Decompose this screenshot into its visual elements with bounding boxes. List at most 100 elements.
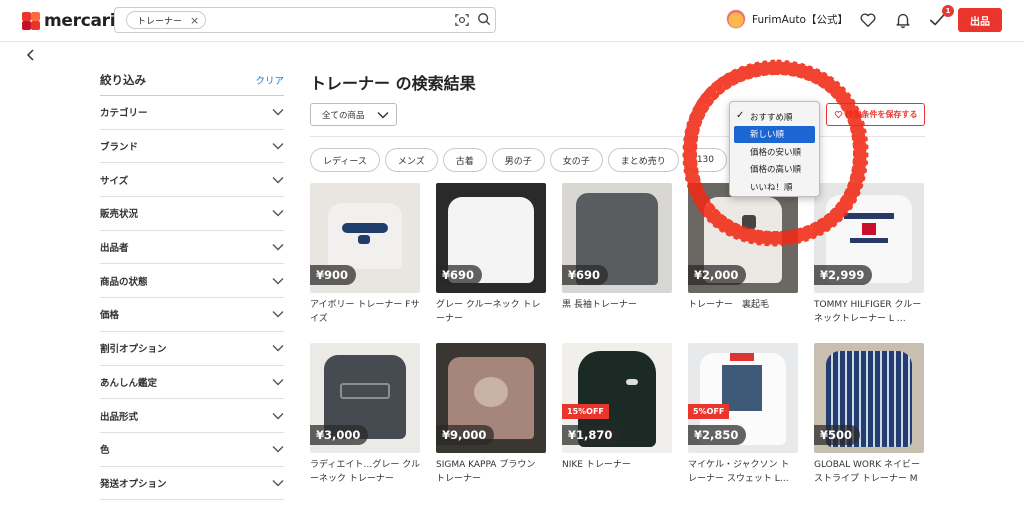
user-menu[interactable]: FurimAuto【公式】 bbox=[726, 9, 848, 29]
page-title: トレーナー の検索結果 bbox=[310, 74, 476, 93]
search-box[interactable]: トレーナー × bbox=[114, 7, 496, 33]
price-tag: ¥500 bbox=[814, 425, 861, 445]
filter-item[interactable]: 販売状況 bbox=[100, 197, 284, 231]
suggestion-chip[interactable]: まとめ売り bbox=[607, 148, 679, 172]
image-search-icon[interactable] bbox=[455, 13, 469, 27]
product-card[interactable]: ¥3,000 ラディエイト…グレー クルーネック トレーナー bbox=[310, 343, 420, 486]
product-name[interactable]: SIGMA KAPPA ブラウン トレーナー bbox=[436, 458, 546, 486]
filter-item[interactable]: 割引オプション bbox=[100, 332, 284, 366]
product-image[interactable]: ¥2,999 bbox=[814, 183, 924, 293]
filter-item[interactable]: 出品者 bbox=[100, 231, 284, 265]
suggestion-chip[interactable]: 男の子 bbox=[491, 148, 545, 172]
suggestion-chip[interactable]: メンズ bbox=[384, 148, 438, 172]
product-card[interactable]: ¥500 GLOBAL WORK ネイビー ストライプ トレーナー M bbox=[814, 343, 924, 486]
filter-item-label: 出品者 bbox=[100, 243, 129, 255]
price-tag: ¥1,870 bbox=[562, 425, 621, 445]
product-image[interactable]: ¥2,000 bbox=[688, 183, 798, 293]
product-name[interactable]: GLOBAL WORK ネイビー ストライプ トレーナー M bbox=[814, 458, 924, 486]
product-name[interactable]: 黒 長袖トレーナー bbox=[562, 298, 672, 326]
price-tag: ¥3,000 bbox=[310, 425, 369, 445]
save-search-button[interactable]: 検索条件を保存する bbox=[826, 103, 925, 126]
search-icon[interactable] bbox=[477, 12, 491, 26]
filter-item[interactable]: 出品形式 bbox=[100, 399, 284, 433]
product-image[interactable]: ¥690 bbox=[436, 183, 546, 293]
sort-option[interactable]: ✓ おすすめ順 bbox=[730, 108, 819, 126]
sort-option[interactable]: 新しい順 bbox=[734, 125, 815, 143]
product-name[interactable]: グレー クルーネック トレーナー bbox=[436, 298, 546, 326]
filter-item-label: 発送オプション bbox=[100, 478, 167, 490]
divider bbox=[310, 136, 925, 137]
sort-option[interactable]: いいね！順 bbox=[730, 178, 819, 196]
filter-item[interactable]: あんしん鑑定 bbox=[100, 366, 284, 400]
heart-icon[interactable] bbox=[859, 11, 877, 29]
sort-dropdown[interactable]: ✓ おすすめ順新しい順価格の安い順価格の高い順いいね！順 bbox=[729, 101, 820, 197]
product-name[interactable]: マイケル・ジャクソン トレーナー スウェット L… bbox=[688, 458, 798, 486]
suggestion-chip[interactable]: 130 bbox=[683, 148, 727, 172]
product-image[interactable]: ¥500 bbox=[814, 343, 924, 453]
discount-badge: 15%OFF bbox=[562, 404, 609, 419]
item-status-select[interactable]: 全ての商品 bbox=[310, 103, 397, 126]
product-image[interactable]: ¥900 bbox=[310, 183, 420, 293]
filter-item[interactable]: 色 bbox=[100, 433, 284, 467]
product-card[interactable]: 15%OFF ¥1,870 NIKE トレーナー bbox=[562, 343, 672, 486]
filter-item-label: 商品の状態 bbox=[100, 276, 148, 288]
suggestion-chip[interactable]: 女の子 bbox=[549, 148, 603, 172]
price-tag: ¥690 bbox=[562, 265, 609, 285]
price-tag: ¥900 bbox=[310, 265, 357, 285]
filter-item-label: あんしん鑑定 bbox=[100, 377, 158, 389]
search-keyword-chip[interactable]: トレーナー × bbox=[126, 11, 207, 29]
price-tag: ¥2,999 bbox=[814, 265, 873, 285]
price-tag: ¥2,000 bbox=[688, 265, 747, 285]
discount-badge: 5%OFF bbox=[688, 404, 730, 419]
search-keyword: トレーナー bbox=[137, 16, 183, 27]
product-card[interactable]: ¥690 グレー クルーネック トレーナー bbox=[436, 183, 546, 326]
top-header: mercari トレーナー × FurimAuto【公式】 1 出品 bbox=[0, 0, 1024, 42]
save-search-label: 検索条件を保存する bbox=[845, 110, 918, 119]
product-card[interactable]: 5%OFF ¥2,850 マイケル・ジャクソン トレーナー スウェット L… bbox=[688, 343, 798, 486]
filter-item-label: 割引オプション bbox=[100, 344, 167, 356]
mercari-logo[interactable]: mercari bbox=[22, 10, 116, 32]
product-image[interactable]: ¥690 bbox=[562, 183, 672, 293]
filter-item-label: 出品形式 bbox=[100, 411, 139, 423]
sell-button[interactable]: 出品 bbox=[958, 8, 1002, 32]
product-card[interactable]: ¥690 黒 長袖トレーナー bbox=[562, 183, 672, 326]
price-tag: ¥690 bbox=[436, 265, 483, 285]
filter-item[interactable]: ブランド bbox=[100, 130, 284, 164]
clear-filters-link[interactable]: クリア bbox=[255, 73, 284, 87]
suggestion-chip[interactable]: 古着 bbox=[442, 148, 487, 172]
product-image[interactable]: ¥3,000 bbox=[310, 343, 420, 453]
product-image[interactable]: ¥9,000 bbox=[436, 343, 546, 453]
back-chevron-icon[interactable] bbox=[24, 48, 38, 62]
product-name[interactable]: トレーナー 裏起毛 bbox=[688, 298, 798, 326]
filter-header: 絞り込み クリア bbox=[100, 64, 284, 96]
filter-item[interactable]: カテゴリー bbox=[100, 96, 284, 130]
product-name[interactable]: TOMMY HILFIGER クルーネックトレーナー L … bbox=[814, 298, 924, 326]
suggestion-chip[interactable]: レディース bbox=[310, 148, 380, 172]
price-tag: ¥2,850 bbox=[688, 425, 747, 445]
filter-item[interactable]: 商品の状態 bbox=[100, 264, 284, 299]
todo-count-badge: 1 bbox=[942, 5, 954, 17]
sort-option-label: 価格の高い順 bbox=[750, 165, 802, 176]
product-card[interactable]: ¥2,000 トレーナー 裏起毛 bbox=[688, 183, 798, 326]
product-card[interactable]: ¥2,999 TOMMY HILFIGER クルーネックトレーナー L … bbox=[814, 183, 924, 326]
filter-item[interactable]: 価格 bbox=[100, 298, 284, 332]
chevron-down-icon bbox=[272, 412, 284, 420]
product-image[interactable]: 5%OFF ¥2,850 bbox=[688, 343, 798, 453]
chevron-down-icon bbox=[272, 345, 284, 352]
product-name[interactable]: NIKE トレーナー bbox=[562, 458, 672, 486]
sort-option-label: 新しい順 bbox=[750, 130, 785, 141]
product-card[interactable]: ¥900 アイボリー トレーナー Fサイズ bbox=[310, 183, 420, 326]
chevron-down-icon bbox=[272, 446, 284, 453]
filter-item[interactable]: サイズ bbox=[100, 163, 284, 198]
sort-option[interactable]: 価格の高い順 bbox=[730, 161, 819, 179]
product-image[interactable]: 15%OFF ¥1,870 bbox=[562, 343, 672, 453]
product-name[interactable]: アイボリー トレーナー Fサイズ bbox=[310, 298, 420, 326]
sort-option-label: おすすめ順 bbox=[750, 112, 793, 123]
product-name[interactable]: ラディエイト…グレー クルーネック トレーナー bbox=[310, 458, 420, 486]
bell-icon[interactable] bbox=[894, 11, 912, 29]
chevron-down-icon bbox=[272, 479, 284, 487]
sort-option[interactable]: 価格の安い順 bbox=[730, 143, 819, 161]
product-card[interactable]: ¥9,000 SIGMA KAPPA ブラウン トレーナー bbox=[436, 343, 546, 486]
remove-keyword-icon[interactable]: × bbox=[190, 14, 199, 27]
filter-item[interactable]: 発送オプション bbox=[100, 467, 284, 501]
